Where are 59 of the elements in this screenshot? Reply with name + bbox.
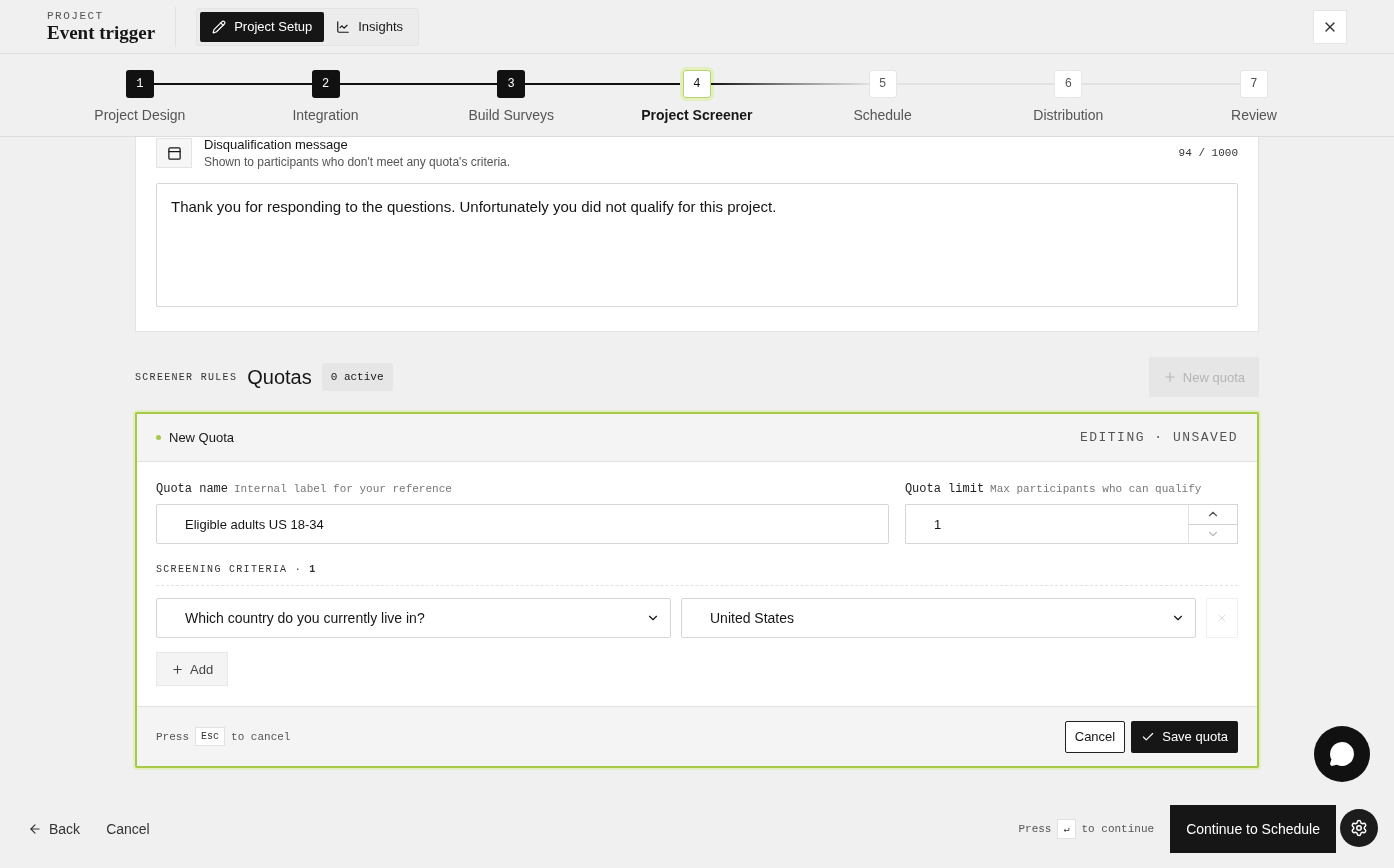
step-number[interactable]: 2 [311,70,340,98]
section-title: Quotas [247,365,312,389]
character-counter: 94 / 1000 [1178,147,1238,159]
step-number[interactable]: 3 [497,70,526,98]
plus-icon [1162,370,1177,384]
project-eyebrow: PROJECT [47,9,105,22]
hint-text: Press [156,730,189,743]
step-label: Project Design [94,107,186,123]
card-title: Disqualification message [204,137,349,152]
cancel-link[interactable]: Cancel [106,817,150,841]
field-hint: Internal label for your reference [234,483,452,495]
quota-limit-field[interactable]: 1 [904,504,1188,544]
plus-icon [171,662,184,676]
hint-text: to cancel [231,730,291,743]
save-button[interactable]: Save quota [1131,720,1238,753]
settings-button[interactable] [1340,809,1378,847]
key-hint: Esc [195,727,226,746]
settings-icon [1350,819,1368,837]
chat-bubble-icon [1329,741,1355,767]
card-subtitle: Shown to participants who don't meet any quota's criteria. [204,155,511,169]
step-number[interactable]: 5 [868,70,897,98]
key-hint: ↵ [1057,819,1076,839]
step-number[interactable]: 7 [1239,70,1268,98]
status-dot [156,435,161,440]
section-eyebrow: SCREENER RULES [135,371,238,383]
active-count: 0 active [321,363,393,391]
step-label: Build Surveys [468,107,554,123]
criteria-heading: SCREENING CRITERIA · 1 [156,564,1238,586]
question-select[interactable]: Which country do you currently live in? [156,598,671,638]
quota-name-field[interactable]: Eligible adults US 18-34 [156,504,889,544]
back-link[interactable]: Back [28,817,81,841]
project-title: Event trigger [47,21,156,44]
view-tab[interactable]: Insights [324,11,415,42]
chart-icon [336,19,351,34]
answer-select[interactable]: United States [681,598,1196,638]
step-number[interactable]: 1 [125,70,154,98]
step-label: Distribution [1033,107,1104,123]
close-button[interactable] [1313,9,1347,44]
field-label: Quota name [156,482,228,496]
close-icon [1216,612,1228,624]
step-label: Integration [292,107,359,123]
field-hint: Max participants who can qualify [990,483,1202,495]
editing-status: EDITING · UNSAVED [1079,430,1238,445]
view-tab[interactable]: Project Setup [200,11,325,42]
step-label: Project Screener [641,107,753,123]
step-number[interactable]: 6 [1054,70,1083,98]
hint-text: Press [1018,823,1052,835]
quota-title: New Quota [169,430,235,445]
add-button[interactable]: Add [156,652,229,686]
pencil-icon [212,19,227,34]
cancel-button[interactable]: Cancel [1064,720,1126,753]
continue-button[interactable]: Continue to Schedule [1170,805,1336,853]
step-label: Schedule [853,107,912,123]
step-number[interactable]: 4 [682,70,711,98]
hint-text: to continue [1081,823,1155,835]
chat-button[interactable] [1314,726,1370,782]
step-label: Review [1231,107,1277,123]
message-field[interactable]: Thank you for responding to the questions. Unfortunately you did not qualify for this project. [156,183,1238,307]
field-label: Quota limit [904,482,985,496]
